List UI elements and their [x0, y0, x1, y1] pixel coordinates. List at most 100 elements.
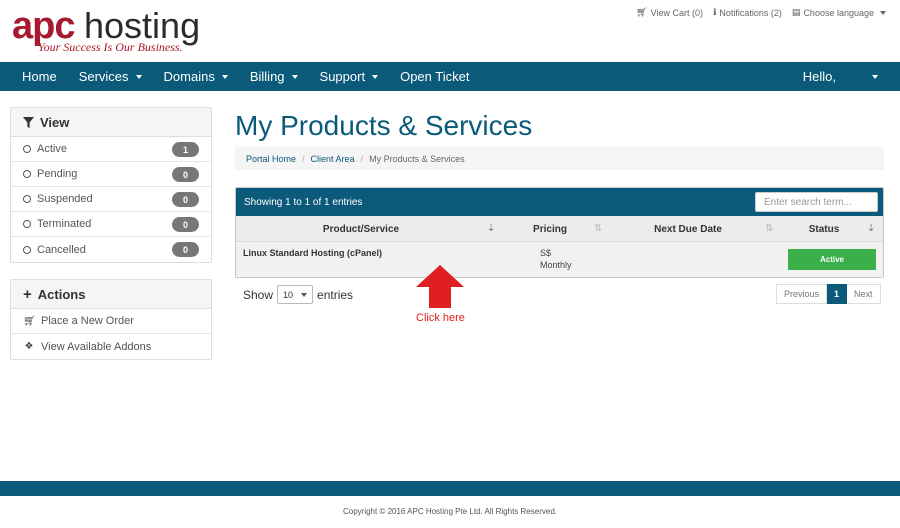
language-label: Choose language	[803, 7, 874, 18]
column-label: Next Due Date	[654, 223, 722, 235]
footer-bar	[0, 481, 900, 496]
cubes-icon: ❖	[24, 341, 34, 352]
apc-hosting-logo[interactable]: apc hosting Your Success Is Our Business…	[12, 6, 212, 56]
entries-label: entries	[317, 287, 354, 302]
nav-support-label: Support	[319, 69, 366, 84]
sidebar-item-pending[interactable]: Pending 0	[11, 162, 211, 187]
search-input[interactable]	[755, 192, 878, 212]
sidebar-item-suspended[interactable]: Suspended 0	[11, 187, 211, 212]
nav-domains[interactable]: Domains	[153, 62, 239, 91]
nav-home[interactable]: Home	[0, 62, 68, 91]
column-pricing[interactable]: Pricing	[506, 216, 594, 242]
action-item-label: Place a New Order	[41, 315, 134, 327]
column-label: Pricing	[533, 223, 567, 235]
page-length-select[interactable]: 10	[277, 285, 314, 304]
chevron-down-icon	[301, 293, 308, 297]
count-badge: 0	[172, 167, 199, 182]
breadcrumb-portal-home[interactable]: Portal Home	[246, 154, 296, 164]
column-product-service[interactable]: Product/Service	[236, 216, 486, 242]
notifications-label: Notifications (2)	[719, 7, 782, 18]
sort-desc-icon[interactable]: ⇣	[487, 223, 495, 234]
place-new-order-link[interactable]: 🛒︎ Place a New Order	[11, 309, 211, 334]
nav-home-label: Home	[22, 69, 57, 84]
view-cart-link[interactable]: 🛒︎ View Cart (0)	[636, 7, 703, 18]
main-navbar: Home Services Domains Billing Support Op…	[0, 62, 900, 91]
notifications-link[interactable]: ℹ Notifications (2)	[713, 7, 782, 18]
breadcrumb-current: My Products & Services	[369, 153, 465, 164]
sidebar-item-label: Suspended	[37, 193, 93, 205]
chevron-down-icon	[880, 10, 886, 15]
breadcrumb-client-area[interactable]: Client Area	[311, 154, 355, 164]
billing-cycle: Monthly	[540, 260, 572, 270]
view-cart-label: View Cart (0)	[650, 7, 703, 18]
sidebar-item-label: Active	[37, 143, 67, 155]
column-next-due-date[interactable]: Next Due Date	[616, 216, 760, 242]
chevron-down-icon	[135, 74, 142, 79]
chevron-down-icon	[221, 74, 228, 79]
circle-icon	[23, 145, 31, 153]
column-label: Status	[808, 223, 840, 235]
language-icon: ▤	[791, 7, 801, 17]
action-item-label: View Available Addons	[41, 340, 152, 353]
sidebar-item-cancelled[interactable]: Cancelled 0	[11, 237, 211, 262]
status-badge: Active	[788, 249, 876, 270]
breadcrumb-separator: /	[360, 153, 364, 164]
table-header: Product/Service ⇣ Pricing ⇅ Next Due Dat…	[236, 216, 883, 242]
plus-icon: +	[23, 285, 32, 303]
nav-open-ticket[interactable]: Open Ticket	[389, 62, 480, 91]
circle-icon	[23, 245, 31, 254]
page-title: My Products & Services	[235, 110, 533, 141]
filter-icon	[23, 116, 34, 128]
actions-panel-title: Actions	[37, 286, 86, 302]
sort-icon[interactable]: ⇅	[765, 223, 773, 234]
arrow-up-icon	[416, 265, 464, 308]
sidebar-item-active[interactable]: Active 1	[11, 137, 211, 162]
sidebar-item-label: Cancelled	[37, 243, 86, 256]
user-greeting: Hello,	[802, 69, 836, 84]
sidebar-item-label: Pending	[37, 168, 78, 180]
next-page-button[interactable]: Next	[847, 284, 881, 304]
page-length-value: 10	[283, 289, 294, 300]
current-page-button[interactable]: 1	[827, 284, 848, 304]
actions-panel-header: + Actions	[11, 280, 211, 309]
product-name[interactable]: Linux Standard Hosting (cPanel)	[243, 248, 382, 258]
footer-copyright: Copyright © 2016 APC Hosting Pte Ltd. Al…	[342, 507, 557, 516]
view-addons-link[interactable]: ❖ View Available Addons	[11, 334, 211, 359]
top-links: 🛒︎ View Cart (0) ℹ Notifications (2) ▤ C…	[636, 7, 886, 18]
sort-desc-icon[interactable]: ⇣	[867, 223, 875, 234]
language-chooser[interactable]: ▤ Choose language	[792, 7, 886, 18]
circle-icon	[23, 195, 31, 203]
count-badge: 0	[172, 217, 199, 232]
info-icon: ℹ	[712, 7, 717, 17]
table-row[interactable]: Linux Standard Hosting (cPanel) S$ Month…	[236, 242, 883, 277]
page-length-control: Show 10 entries	[243, 285, 353, 304]
entries-info: Showing 1 to 1 of 1 entries	[244, 196, 363, 208]
previous-page-button[interactable]: Previous	[776, 284, 828, 304]
view-panel: View Active 1 Pending 0 Suspended 0 Term…	[10, 107, 212, 263]
user-menu[interactable]: Hello,	[803, 62, 878, 91]
nav-open-ticket-label: Open Ticket	[400, 69, 470, 84]
chevron-down-icon	[372, 74, 379, 79]
nav-services[interactable]: Services	[68, 62, 153, 91]
table-toolbar: Showing 1 to 1 of 1 entries	[236, 188, 883, 216]
circle-icon	[23, 170, 31, 178]
price-amount: S$	[540, 248, 552, 258]
count-badge: 1	[172, 142, 199, 157]
nav-billing-label: Billing	[249, 69, 285, 84]
column-status[interactable]: Status	[776, 216, 872, 242]
cart-icon: 🛒︎	[636, 7, 648, 17]
column-label: Product/Service	[322, 223, 400, 235]
sort-icon[interactable]: ⇅	[594, 223, 602, 234]
view-panel-title: View	[40, 114, 70, 130]
nav-support[interactable]: Support	[309, 62, 390, 91]
sidebar-item-label: Terminated	[37, 218, 92, 230]
sidebar-item-terminated[interactable]: Terminated 0	[11, 212, 211, 237]
nav-domains-label: Domains	[163, 69, 215, 84]
circle-icon	[23, 220, 31, 228]
breadcrumb-separator: /	[302, 153, 305, 164]
show-label: Show	[243, 287, 274, 302]
view-panel-header: View	[11, 108, 211, 137]
count-badge: 0	[172, 192, 199, 207]
nav-billing[interactable]: Billing	[239, 62, 309, 91]
chevron-down-icon	[872, 74, 878, 79]
